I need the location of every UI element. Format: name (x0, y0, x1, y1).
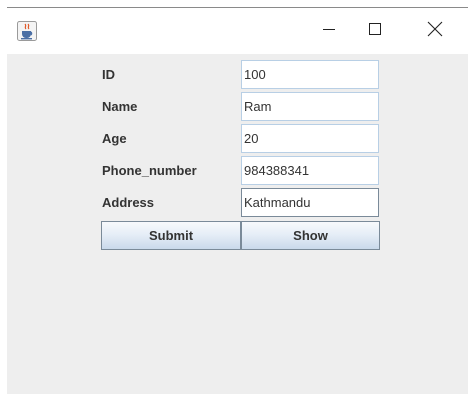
phone-number-label: Phone_number (102, 163, 197, 178)
maximize-icon (368, 22, 382, 41)
age-label: Age (102, 131, 127, 146)
id-field[interactable] (241, 60, 379, 89)
phone-number-field[interactable] (241, 156, 379, 185)
maximize-button[interactable] (353, 8, 397, 54)
minimize-icon (322, 22, 336, 41)
show-button[interactable]: Show (241, 221, 380, 250)
minimize-button[interactable] (307, 8, 351, 54)
address-label: Address (102, 195, 155, 210)
name-field[interactable] (241, 92, 379, 121)
address-field[interactable] (241, 188, 379, 217)
close-icon (427, 21, 443, 42)
name-label: Name (102, 99, 138, 114)
title-bar[interactable] (7, 8, 468, 54)
java-cup-icon[interactable] (17, 21, 37, 41)
age-field[interactable] (241, 124, 379, 153)
submit-button[interactable]: Submit (101, 221, 241, 250)
close-button[interactable] (413, 8, 457, 54)
id-label: ID (102, 67, 115, 82)
form-panel: ID Name Age Phone_number Address Submit … (7, 54, 468, 394)
